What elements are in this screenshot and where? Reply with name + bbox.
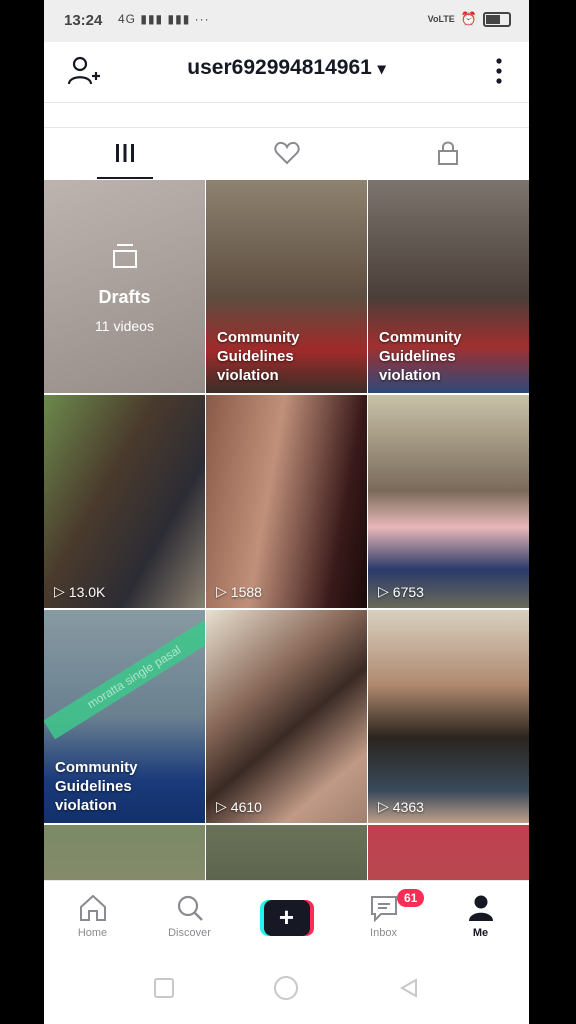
status-right: VoLTE ⏰	[428, 11, 511, 27]
violation-label: Community Guidelines violation	[379, 329, 462, 384]
profile-header: user692994814961 ▾	[44, 42, 529, 103]
inbox-icon	[370, 896, 397, 922]
profile-tabs	[44, 127, 529, 179]
nav-inbox[interactable]: 61 Inbox	[335, 881, 432, 953]
video-thumbnail[interactable]: ▷ 6753	[368, 395, 529, 608]
drafts-title: Drafts	[98, 287, 151, 307]
video-thumbnail[interactable]: moratta single pasal Community Guidelines…	[44, 610, 205, 823]
thumbnail-image	[368, 395, 529, 608]
nav-home[interactable]: Home	[44, 881, 141, 953]
recent-apps-icon[interactable]	[153, 977, 175, 999]
heart-icon	[273, 141, 300, 165]
chevron-down-icon: ▾	[377, 61, 386, 78]
phone-screen: 13:24 4G ▮▮▮ ▮▮▮ ··· VoLTE ⏰ user6929948…	[44, 0, 529, 1024]
create-button[interactable]: +	[259, 900, 314, 936]
violation-label: Community Guidelines violation	[217, 329, 300, 384]
nav-me[interactable]: Me	[432, 881, 529, 953]
nav-me-label: Me	[472, 927, 489, 939]
video-thumbnail[interactable]	[206, 825, 367, 880]
nav-discover-label: Discover	[168, 927, 211, 939]
plus-icon: +	[263, 900, 310, 936]
video-thumbnail[interactable]: Community Guidelines violation	[206, 180, 367, 393]
view-count: ▷ 13.0K	[54, 583, 106, 600]
inbox-badge: 61	[397, 889, 425, 907]
drafts-tile[interactable]: Drafts 11 videos	[44, 180, 205, 393]
play-icon: ▷	[378, 798, 389, 814]
profile-info-strip	[44, 103, 529, 128]
username-switcher[interactable]: user692994814961 ▾	[44, 56, 529, 80]
bottom-nav: Home Discover + 61 Inbox Me	[44, 880, 529, 953]
play-icon: ▷	[378, 583, 389, 599]
view-count: ▷ 1588	[216, 583, 262, 600]
play-icon: ▷	[216, 583, 227, 599]
more-options-icon[interactable]	[489, 56, 509, 86]
battery-icon	[483, 11, 511, 27]
tab-private[interactable]	[367, 127, 529, 179]
play-icon: ▷	[216, 798, 227, 814]
view-count: ▷ 6753	[378, 583, 424, 600]
video-thumbnail[interactable]: Community Guidelines violation	[368, 180, 529, 393]
lock-icon	[438, 141, 459, 165]
video-thumbnail[interactable]: ▷ 13.0K	[44, 395, 205, 608]
home-circle-icon[interactable]	[273, 975, 299, 1001]
thumbnail-image	[44, 395, 205, 608]
grid-bars-icon	[115, 144, 134, 162]
tab-videos[interactable]	[44, 127, 206, 179]
volte-label: VoLTE	[427, 14, 455, 24]
thumbnail-image	[206, 825, 367, 880]
video-grid: Drafts 11 videos Community Guidelines viol…	[44, 180, 529, 880]
thumbnail-image	[206, 395, 367, 608]
alarm-icon: ⏰	[460, 11, 477, 26]
play-icon: ▷	[54, 583, 65, 599]
nav-create[interactable]: +	[238, 881, 335, 953]
home-icon	[79, 894, 106, 921]
nav-home-label: Home	[77, 927, 108, 939]
view-count: ▷ 4363	[378, 798, 424, 815]
drafts-count: 11 videos	[95, 318, 154, 334]
video-thumbnail[interactable]: ▷ 4610	[206, 610, 367, 823]
video-thumbnail[interactable]	[44, 825, 205, 880]
status-time: 13:24	[64, 12, 103, 29]
system-nav	[44, 952, 529, 1024]
signal-icon: 4G ▮▮▮ ▮▮▮ ···	[118, 12, 210, 26]
thumbnail-image	[368, 825, 529, 880]
view-count: ▷ 4610	[216, 798, 262, 815]
search-icon	[177, 895, 203, 921]
thumbnail-image	[368, 610, 529, 823]
drafts-icon	[112, 244, 137, 268]
username: user692994814961	[187, 56, 372, 79]
video-thumbnail[interactable]: ▷ 4363	[368, 610, 529, 823]
nav-discover[interactable]: Discover	[141, 881, 238, 953]
status-bar: 13:24 4G ▮▮▮ ▮▮▮ ··· VoLTE ⏰	[44, 0, 529, 42]
video-thumbnail[interactable]: ▷ 1588	[206, 395, 367, 608]
thumbnail-image	[44, 825, 205, 880]
profile-icon	[468, 895, 493, 921]
video-thumbnail[interactable]	[368, 825, 529, 880]
back-icon[interactable]	[398, 977, 420, 999]
violation-label: Community Guidelines violation	[55, 759, 138, 814]
thumbnail-image	[206, 610, 367, 823]
nav-inbox-label: Inbox	[370, 927, 397, 939]
tab-liked[interactable]	[206, 127, 368, 179]
